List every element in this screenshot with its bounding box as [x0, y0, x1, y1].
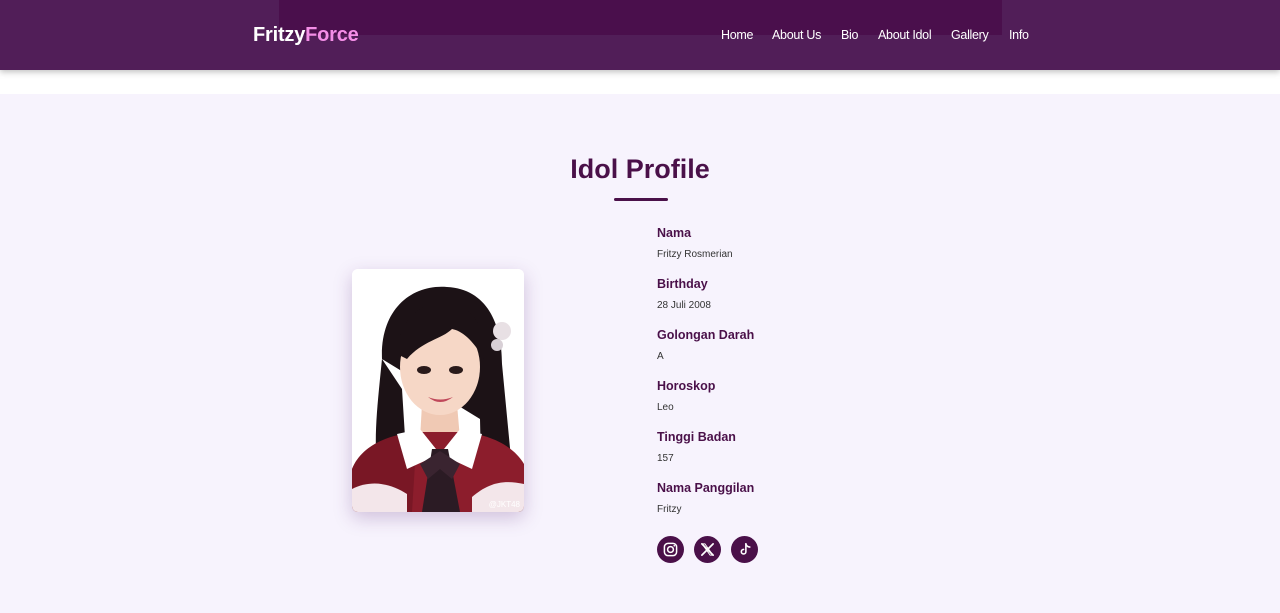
title-underline — [614, 198, 668, 201]
profile-field-nama: Nama Fritzy Rosmerian — [657, 226, 957, 277]
tiktok-icon — [740, 543, 751, 555]
nav-home[interactable]: Home — [721, 27, 753, 43]
profile-details: Nama Fritzy Rosmerian Birthday 28 Juli 2… — [657, 226, 957, 532]
instagram-link[interactable] — [657, 536, 684, 563]
header-spacer — [0, 70, 1280, 94]
field-label: Tinggi Badan — [657, 430, 736, 444]
field-label: Birthday — [657, 277, 708, 291]
field-value: Fritzy Rosmerian — [657, 249, 733, 260]
field-value: Leo — [657, 402, 674, 413]
nav-bio[interactable]: Bio — [841, 27, 858, 43]
profile-field-golongan-darah: Golongan Darah A — [657, 328, 957, 379]
page-title: Idol Profile — [570, 154, 710, 184]
field-label: Golongan Darah — [657, 328, 755, 342]
field-value: 28 Juli 2008 — [657, 300, 711, 311]
photo-watermark: @JKT48 — [488, 500, 520, 509]
tiktok-link[interactable] — [731, 536, 758, 563]
idol-photo: @JKT48 — [352, 269, 524, 512]
field-label: Nama Panggilan — [657, 481, 755, 495]
profile-field-horoskop: Horoskop Leo — [657, 379, 957, 430]
field-value: A — [657, 351, 664, 362]
instagram-icon — [663, 542, 678, 557]
x-icon — [701, 543, 714, 556]
field-label: Nama — [657, 226, 692, 240]
field-label: Horoskop — [657, 379, 716, 393]
idol-portrait-illustration — [352, 269, 524, 512]
nav-about-us[interactable]: About Us — [772, 27, 821, 43]
profile-field-tinggi-badan: Tinggi Badan 157 — [657, 430, 957, 481]
profile-field-nama-panggilan: Nama Panggilan Fritzy — [657, 481, 957, 532]
nav-menu: Home About Us Bio About Idol Gallery Inf… — [0, 27, 1280, 45]
nav-about-idol[interactable]: About Idol — [878, 27, 932, 43]
field-value: 157 — [657, 453, 674, 464]
profile-field-birthday: Birthday 28 Juli 2008 — [657, 277, 957, 328]
field-value: Fritzy — [657, 504, 682, 515]
navbar: FritzyForce Home About Us Bio About Idol… — [0, 0, 1280, 70]
x-link[interactable] — [694, 536, 721, 563]
nav-gallery[interactable]: Gallery — [951, 27, 989, 43]
nav-info[interactable]: Info — [1009, 27, 1029, 43]
